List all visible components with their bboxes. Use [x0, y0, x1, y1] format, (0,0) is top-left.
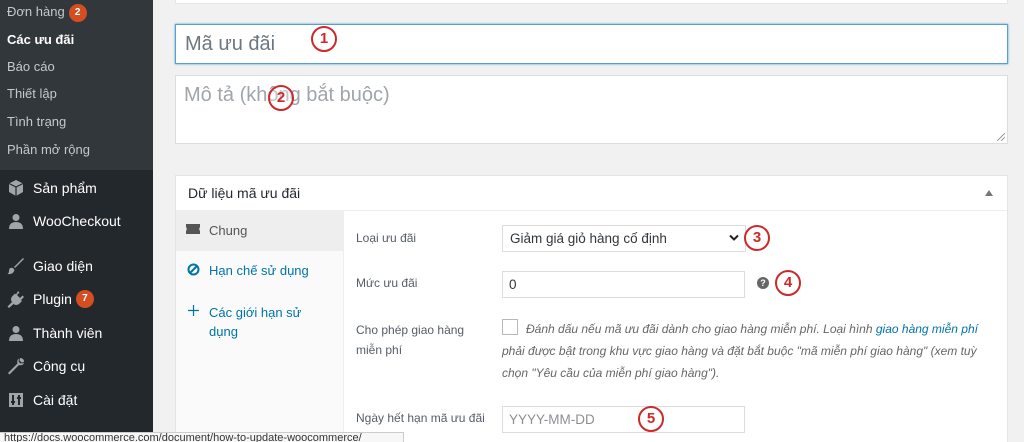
discount-type-label: Loại ưu đãi: [356, 231, 417, 245]
submenu-item-label: Báo cáo: [7, 59, 55, 74]
user-icon: [5, 213, 27, 229]
submenu-item-label: Các ưu đãi: [7, 32, 75, 47]
submenu-item-orders[interactable]: Đơn hàng 2: [7, 2, 87, 22]
user-icon: [5, 325, 27, 341]
tab-usage-limits[interactable]: Các giới hạn sử dụng: [176, 291, 343, 351]
tab-label: Chung: [209, 223, 248, 238]
menu-item-appearance[interactable]: Giao diện: [0, 253, 153, 279]
help-icon[interactable]: ?: [757, 277, 769, 289]
menu-item-tools[interactable]: Công cụ: [0, 353, 153, 379]
menu-item-label: Sản phẩm: [33, 180, 97, 196]
menu-item-label: WooCheckout: [33, 213, 121, 229]
annotation-marker-1: 1: [311, 26, 337, 52]
menu-item-label: Cài đặt: [33, 392, 78, 408]
tab-label: Hạn chế sử dụng: [209, 263, 309, 278]
coupon-description-textarea[interactable]: Mô tả (không bắt buộc): [175, 75, 1008, 144]
wrench-icon: [5, 357, 27, 375]
plugins-update-badge: 7: [75, 290, 94, 308]
submenu-item-label: Tình trạng: [7, 114, 67, 129]
tab-label: Các giới hạn sử dụng: [209, 305, 302, 339]
discount-type-select[interactable]: Giảm giá giỏ hàng cố định: [502, 225, 746, 252]
menu-item-label: Giao diện: [33, 258, 93, 274]
free-shipping-description: Đánh dấu nếu mã ưu đãi dành cho giao hàn…: [502, 318, 987, 384]
amount-input[interactable]: 0: [502, 271, 745, 298]
block-icon: [186, 263, 200, 276]
submenu-item-reports[interactable]: Báo cáo: [7, 57, 55, 77]
menu-item-label: Thành viên: [33, 325, 103, 341]
menu-item-products[interactable]: Sản phẩm: [0, 175, 153, 201]
submenu-item-settings[interactable]: Thiết lập: [7, 84, 57, 104]
description-text: Đánh dấu nếu mã ưu đãi dành cho giao hàn…: [526, 322, 876, 336]
brush-icon: [5, 257, 27, 275]
submenu-item-label: Phần mở rộng: [7, 142, 90, 157]
annotation-marker-4: 4: [775, 270, 801, 296]
panel-header[interactable]: Dữ liệu mã ưu đãi: [176, 176, 1007, 211]
tab-usage-restriction[interactable]: Hạn chế sử dụng: [176, 251, 343, 291]
panel-tabs: Chung Hạn chế sử dụng Các giới hạn sử dụ…: [176, 211, 344, 442]
menu-item-label: Công cụ: [33, 358, 86, 374]
settings-icon: [5, 392, 27, 408]
ticket-icon: [186, 223, 200, 235]
status-bar-url: https://docs.woocommerce.com/document/ho…: [0, 432, 404, 442]
submenu-item-label: Đơn hàng: [7, 4, 65, 19]
menu-item-users[interactable]: Thành viên: [0, 320, 153, 346]
admin-sidebar: Đơn hàng 2 Các ưu đãi Báo cáo Thiết lập T…: [0, 0, 153, 442]
annotation-marker-5: 5: [638, 406, 664, 432]
top-box-edge: [175, 0, 1008, 4]
menu-item-woocheckout[interactable]: WooCheckout: [0, 208, 153, 234]
coupon-data-panel: Dữ liệu mã ưu đãi Chung Hạn chế sử dụng …: [175, 175, 1008, 442]
free-shipping-link[interactable]: giao hàng miễn phí: [876, 322, 978, 336]
free-shipping-label: Cho phép giao hàng miễn phí: [356, 323, 465, 357]
amount-label: Mức ưu đãi: [356, 276, 418, 290]
description-text: phải được bật trong khu vực giao hàng và…: [502, 344, 977, 380]
plus-icon: [186, 305, 200, 316]
annotation-marker-3: 3: [744, 225, 770, 251]
menu-item-settings[interactable]: Cài đặt: [0, 387, 153, 413]
box-icon: [5, 179, 27, 197]
submenu-item-coupons[interactable]: Các ưu đãi: [7, 30, 74, 50]
panel-title: Dữ liệu mã ưu đãi: [188, 185, 301, 201]
collapse-arrow-icon[interactable]: [985, 190, 993, 196]
plug-icon: [5, 290, 27, 308]
discount-type-value: Giảm giá giỏ hàng cố định: [510, 231, 667, 246]
submenu-item-extensions[interactable]: Phần mở rộng: [7, 140, 90, 160]
menu-item-label: Plugin: [33, 291, 72, 307]
menu-item-plugins[interactable]: Plugin 7: [0, 286, 153, 312]
submenu-item-status[interactable]: Tình trạng: [7, 112, 66, 132]
chevron-down-icon: [729, 234, 739, 241]
resize-grip-icon[interactable]: [997, 133, 1005, 141]
expiry-date-label: Ngày hết hạn mã ưu đãi: [356, 411, 485, 425]
coupon-code-input[interactable]: Mã ưu đãi: [175, 24, 1008, 64]
submenu-item-label: Thiết lập: [7, 86, 57, 101]
tab-general[interactable]: Chung: [176, 211, 343, 251]
expiry-date-input[interactable]: YYYY-MM-DD: [502, 406, 745, 433]
annotation-marker-2: 2: [268, 85, 294, 111]
orders-count-badge: 2: [68, 3, 87, 22]
